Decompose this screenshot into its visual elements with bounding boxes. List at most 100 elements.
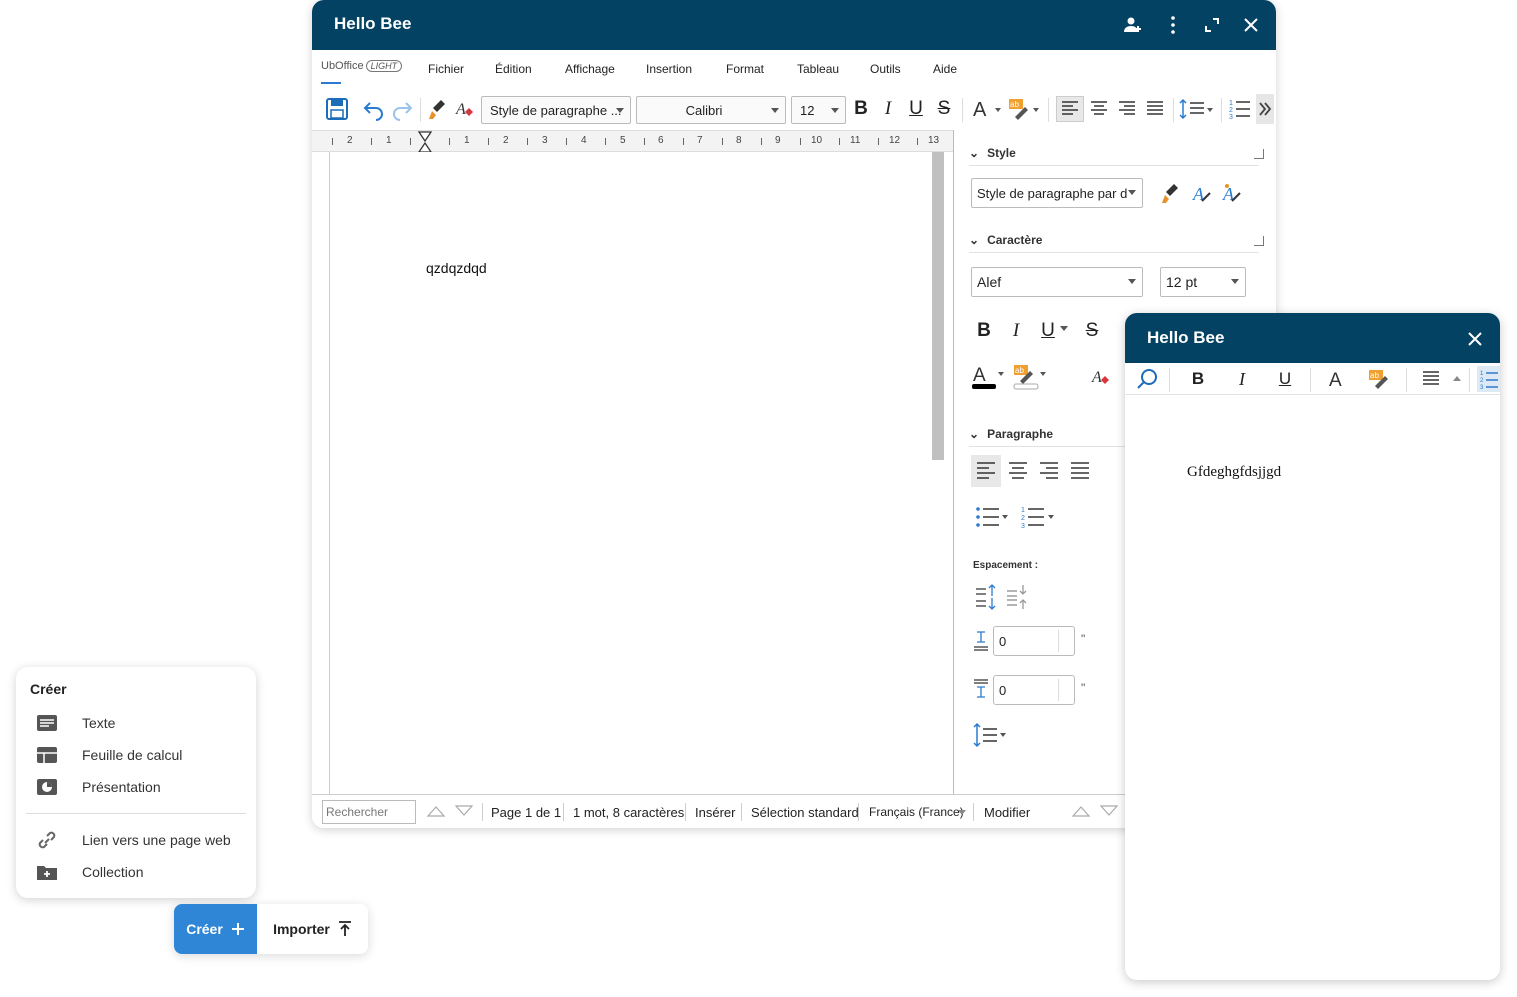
panel-underline-button[interactable]: U — [1037, 318, 1059, 344]
save-icon[interactable] — [324, 96, 350, 122]
panel-paragraph-style-select[interactable]: Style de paragraphe par d — [971, 178, 1143, 208]
vertical-scrollbar[interactable] — [932, 152, 944, 460]
add-user-icon[interactable] — [1122, 14, 1144, 36]
insert-mode[interactable]: Insérer — [695, 805, 735, 820]
mobile-document-text[interactable]: Gfdeghgfdsjjgd — [1187, 464, 1281, 481]
menu-edition[interactable]: Édition — [495, 62, 532, 76]
expand-icon[interactable] — [1201, 14, 1223, 36]
new-style-icon[interactable]: A — [1219, 180, 1245, 206]
character-more-options-icon[interactable] — [1254, 236, 1264, 246]
create-button[interactable]: Créer — [174, 904, 257, 954]
chevron-up-icon[interactable] — [1453, 376, 1461, 381]
create-presentation-label: Présentation — [82, 779, 161, 795]
panel-line-spacing-icon[interactable] — [971, 720, 1011, 750]
mobile-underline-button[interactable]: U — [1274, 366, 1296, 392]
bold-button[interactable]: B — [850, 96, 872, 122]
create-collection-item[interactable]: Collection — [16, 857, 256, 887]
menu-affichage[interactable]: Affichage — [565, 62, 615, 76]
panel-font-select[interactable]: Alef — [971, 267, 1143, 297]
font-color-icon[interactable]: A — [970, 96, 1004, 122]
scroll-down-icon[interactable] — [1099, 804, 1119, 818]
menu-fichier[interactable]: Fichier — [428, 62, 464, 76]
bullet-list-icon[interactable] — [973, 502, 1013, 532]
more-options-icon[interactable] — [1162, 14, 1184, 36]
toolbar-separator — [1406, 368, 1407, 392]
style-more-options-icon[interactable] — [1254, 149, 1264, 159]
search-next-icon[interactable] — [454, 804, 474, 818]
strikethrough-button[interactable]: S — [933, 96, 955, 122]
modify-status[interactable]: Modifier — [984, 805, 1030, 820]
create-text-item[interactable]: Texte — [16, 708, 256, 738]
panel-align-right-icon[interactable] — [1034, 455, 1064, 487]
paragraph-section-header[interactable]: ⌄ Paragraphe — [969, 427, 1053, 441]
panel-justify-icon[interactable] — [1065, 455, 1095, 487]
space-below-input[interactable]: 0 — [993, 675, 1075, 705]
increase-spacing-icon[interactable] — [973, 582, 999, 612]
menu-tableau[interactable]: Tableau — [797, 62, 839, 76]
chevron-down-icon[interactable] — [1060, 326, 1068, 331]
import-button[interactable]: Importer — [257, 904, 368, 954]
menu-outils[interactable]: Outils — [870, 62, 901, 76]
underline-button[interactable]: U — [905, 96, 927, 122]
clear-formatting-icon[interactable]: A — [453, 96, 477, 122]
create-link-item[interactable]: Lien vers une page web — [16, 825, 256, 855]
stepper-arrows-icon[interactable] — [1058, 679, 1070, 701]
document-canvas[interactable]: qzdqzdqd — [312, 152, 954, 794]
divider — [969, 252, 1259, 253]
search-icon[interactable] — [1133, 366, 1161, 392]
close-icon[interactable] — [1240, 14, 1262, 36]
menu-format[interactable]: Format — [726, 62, 764, 76]
align-center-icon[interactable] — [1085, 96, 1113, 122]
undo-icon[interactable] — [361, 96, 387, 122]
mobile-numbered-list-icon[interactable]: 123 — [1477, 366, 1500, 392]
align-right-icon[interactable] — [1113, 96, 1141, 122]
align-left-icon[interactable] — [1056, 96, 1084, 122]
numbered-list-icon[interactable]: 123 — [1226, 96, 1254, 122]
menu-insertion[interactable]: Insertion — [646, 62, 692, 76]
clone-formatting-icon[interactable] — [1159, 180, 1183, 206]
redo-icon[interactable] — [389, 96, 415, 122]
scroll-up-icon[interactable] — [1071, 804, 1091, 818]
create-presentation-item[interactable]: Présentation — [16, 772, 256, 802]
panel-align-center-icon[interactable] — [1003, 455, 1033, 487]
style-section-header[interactable]: ⌄ Style — [969, 146, 1016, 160]
menu-aide[interactable]: Aide — [933, 62, 957, 76]
selection-mode[interactable]: Sélection standard — [751, 805, 859, 820]
close-icon[interactable] — [1464, 328, 1486, 350]
panel-font-color-icon[interactable]: A — [969, 364, 1005, 390]
highlight-icon[interactable]: ab — [1006, 96, 1042, 122]
panel-strikethrough-button[interactable]: S — [1081, 318, 1103, 344]
search-input[interactable]: Rechercher — [322, 800, 416, 824]
panel-italic-button[interactable]: I — [1005, 318, 1027, 344]
mobile-highlight-icon[interactable]: ab — [1366, 366, 1392, 392]
language-select[interactable]: Français (France) — [869, 805, 964, 819]
line-spacing-icon[interactable] — [1177, 96, 1217, 122]
clone-formatting-icon[interactable] — [426, 96, 450, 122]
update-style-icon[interactable]: A — [1189, 180, 1215, 206]
panel-align-left-icon[interactable] — [971, 455, 1001, 487]
mobile-bold-button[interactable]: B — [1187, 366, 1209, 392]
panel-numbered-list-icon[interactable]: 123 — [1019, 502, 1059, 532]
indent-marker-icon[interactable] — [417, 131, 433, 153]
panel-bold-button[interactable]: B — [973, 318, 995, 344]
search-previous-icon[interactable] — [426, 804, 446, 818]
font-size-select[interactable]: 12 — [791, 96, 846, 124]
font-select[interactable]: Calibri — [636, 96, 786, 124]
character-section-header[interactable]: ⌄ Caractère — [969, 233, 1042, 247]
create-spreadsheet-item[interactable]: Feuille de calcul — [16, 740, 256, 770]
panel-clear-formatting-icon[interactable]: A — [1089, 364, 1113, 390]
document-text[interactable]: qzdqzdqd — [426, 260, 487, 276]
mobile-justify-icon[interactable] — [1419, 366, 1443, 392]
chevron-down-icon[interactable] — [958, 810, 966, 815]
more-tools-icon[interactable] — [1256, 94, 1274, 124]
justify-icon[interactable] — [1141, 96, 1169, 122]
panel-highlight-icon[interactable]: ab — [1011, 364, 1049, 390]
mobile-font-color-icon[interactable]: A — [1325, 366, 1349, 392]
space-above-input[interactable]: 0 — [993, 626, 1075, 656]
paragraph-style-select[interactable]: Style de paragraphe ... — [481, 96, 631, 124]
italic-button[interactable]: I — [877, 96, 899, 122]
decrease-spacing-icon[interactable] — [1004, 582, 1030, 612]
panel-size-select[interactable]: 12 pt — [1160, 267, 1246, 297]
mobile-italic-button[interactable]: I — [1231, 366, 1253, 392]
stepper-arrows-icon[interactable] — [1058, 630, 1070, 652]
